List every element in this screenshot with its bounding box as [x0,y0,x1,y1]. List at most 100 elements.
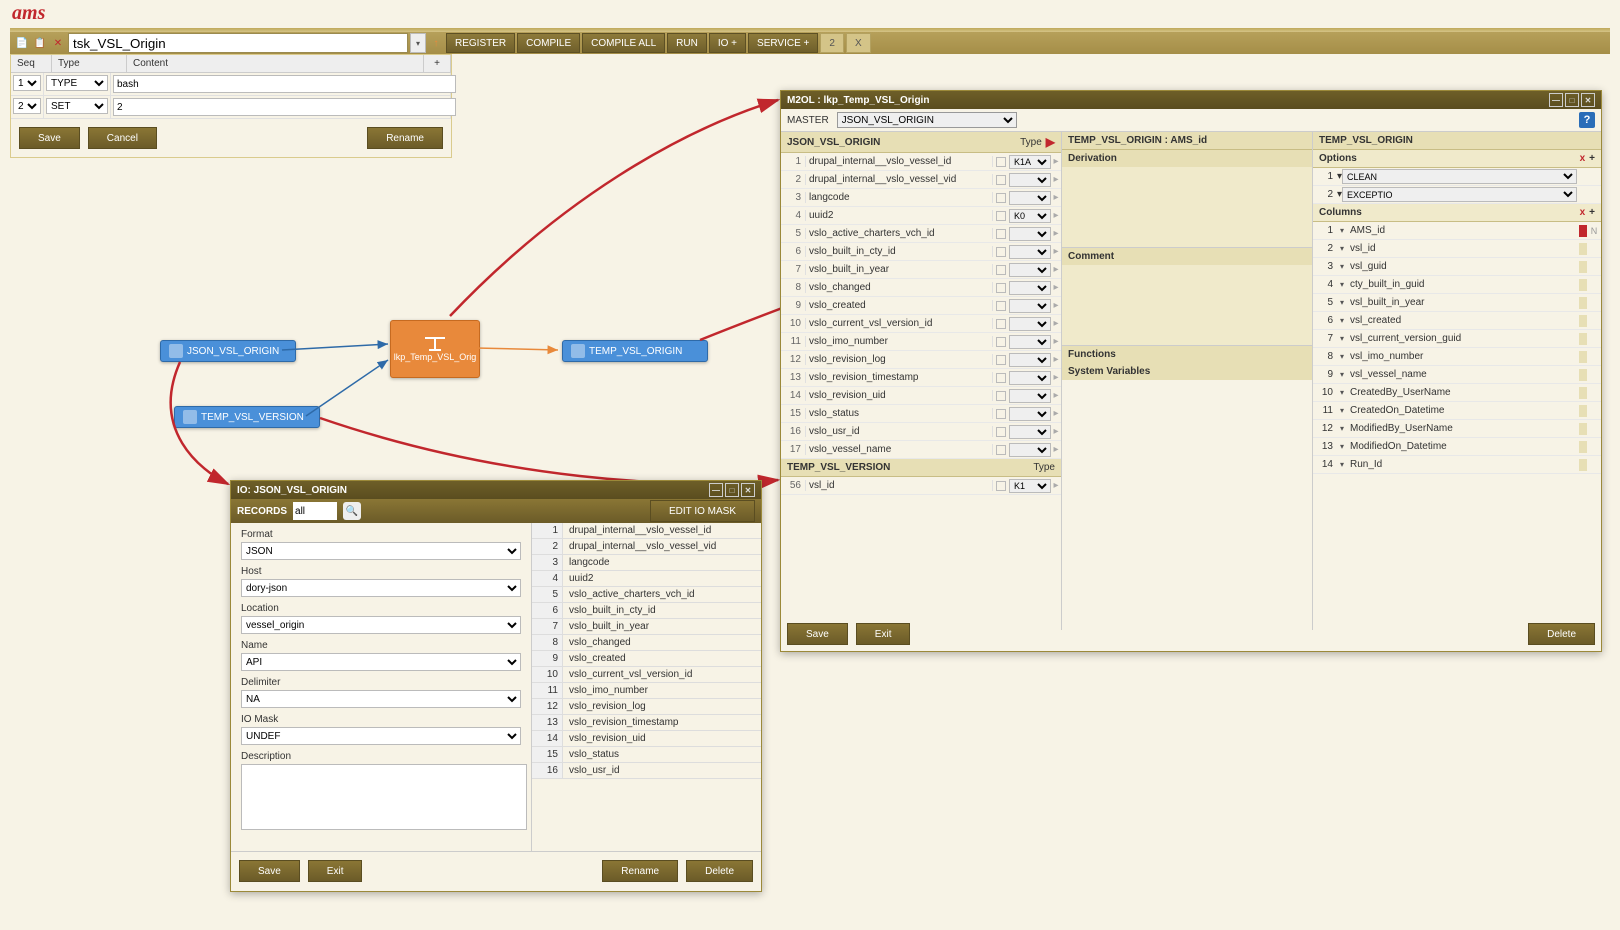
comment-box[interactable] [1062,265,1312,345]
chevron-down-icon[interactable]: ▾ [1337,244,1347,253]
seq-type-select[interactable]: SET [46,98,108,114]
seq-type-select[interactable]: TYPE [46,75,108,91]
field-row[interactable]: 4uuid2 K0 ▸ [781,207,1061,225]
go-icon[interactable]: ▸ [1051,336,1061,347]
io-list-row[interactable]: 12vslo_revision_log [532,699,761,715]
io-list-row[interactable]: 13vslo_revision_timestamp [532,715,761,731]
seq-num-select[interactable]: 2 [13,98,41,114]
type-select[interactable] [1009,335,1051,349]
type-select[interactable] [1009,227,1051,241]
go-icon[interactable]: ▸ [1051,372,1061,383]
minimize-icon[interactable]: — [1549,93,1563,107]
io-exit-button[interactable]: Exit [308,860,363,882]
field-row[interactable]: 16vslo_usr_id ▸ [781,423,1061,441]
go-icon[interactable]: ▸ [1051,480,1061,491]
type-select[interactable] [1009,353,1051,367]
type-select[interactable] [1009,425,1051,439]
io-list-row[interactable]: 8vslo_changed [532,635,761,651]
type-select[interactable] [1009,299,1051,313]
field-row[interactable]: 7vslo_built_in_year ▸ [781,261,1061,279]
io-list-row[interactable]: 15vslo_status [532,747,761,763]
column-row[interactable]: 11▾ CreatedOn_Datetime [1313,402,1601,420]
chevron-down-icon[interactable]: ▾ [1337,316,1347,325]
field-row[interactable]: 9vslo_created ▸ [781,297,1061,315]
type-select[interactable]: K0 [1009,209,1051,223]
task-name-input[interactable] [68,33,408,53]
checkbox-icon[interactable] [996,391,1006,401]
m2ol-save-button[interactable]: Save [787,623,848,630]
checkbox-icon[interactable] [996,319,1006,329]
host-select[interactable]: dory-json [241,579,521,597]
checkbox-icon[interactable] [996,247,1006,257]
node-temp-vsl-version[interactable]: TEMP_VSL_VERSION [174,406,320,428]
type-select[interactable] [1009,317,1051,331]
seq-content-input[interactable] [113,98,456,116]
field-row[interactable]: 15vslo_status ▸ [781,405,1061,423]
chevron-down-icon[interactable]: ▾ [1337,460,1347,469]
io-list-row[interactable]: 14vslo_revision_uid [532,731,761,747]
format-select[interactable]: JSON [241,542,521,560]
checkbox-icon[interactable] [996,337,1006,347]
io-delete-button[interactable]: Delete [686,860,753,882]
field-row[interactable]: 10vslo_current_vsl_version_id ▸ [781,315,1061,333]
column-row[interactable]: 14▾ Run_Id [1313,456,1601,474]
m2ol-titlebar[interactable]: M2OL : lkp_Temp_VSL_Origin —□✕ [781,91,1601,109]
io-list-row[interactable]: 2drupal_internal__vslo_vessel_vid [532,539,761,555]
service-plus-button[interactable]: SERVICE + [748,33,818,53]
tab-chip-2[interactable]: 2 [820,33,844,53]
maximize-icon[interactable]: □ [725,483,739,497]
column-row[interactable]: 8▾ vsl_imo_number [1313,348,1601,366]
name-select[interactable]: API [241,653,521,671]
seq-add-button[interactable]: + [424,55,451,72]
checkbox-icon[interactable] [996,409,1006,419]
io-plus-button[interactable]: IO + [709,33,746,53]
checkbox-icon[interactable] [996,445,1006,455]
go-icon[interactable]: ▸ [1051,300,1061,311]
master-select[interactable]: JSON_VSL_ORIGIN [837,112,1017,128]
type-select[interactable]: K1A [1009,155,1051,169]
checkbox-icon[interactable] [996,175,1006,185]
minimize-icon[interactable]: — [709,483,723,497]
io-list-row[interactable]: 10vslo_current_vsl_version_id [532,667,761,683]
go-icon[interactable]: ▸ [1051,426,1061,437]
field-row[interactable]: 56vsl_id K1 ▸ [781,477,1061,495]
io-list-row[interactable]: 5vslo_active_charters_vch_id [532,587,761,603]
column-row[interactable]: 1▾ AMS_id N [1313,222,1601,240]
checkbox-icon[interactable] [996,373,1006,383]
column-row[interactable]: 9▾ vsl_vessel_name [1313,366,1601,384]
io-list-row[interactable]: 4uuid2 [532,571,761,587]
io-list-row[interactable]: 1drupal_internal__vslo_vessel_id [532,523,761,539]
copy-icon[interactable]: 📋 [32,35,48,51]
search-icon[interactable]: 🔍 [343,502,361,520]
field-row[interactable]: 14vslo_revision_uid ▸ [781,387,1061,405]
compile-all-button[interactable]: COMPILE ALL [582,33,665,53]
checkbox-icon[interactable] [996,193,1006,203]
delimiter-select[interactable]: NA [241,690,521,708]
up-icon[interactable]: ↑ [428,35,444,51]
maximize-icon[interactable]: □ [1565,93,1579,107]
seq-rename-button[interactable]: Rename [367,127,443,149]
location-select[interactable]: vessel_origin [241,616,521,634]
field-row[interactable]: 6vslo_built_in_cty_id ▸ [781,243,1061,261]
type-select[interactable] [1009,173,1051,187]
delete-icon[interactable]: ✕ [50,35,66,51]
field-row[interactable]: 5vslo_active_charters_vch_id ▸ [781,225,1061,243]
chevron-down-icon[interactable]: ▾ [1337,298,1347,307]
field-row[interactable]: 13vslo_revision_timestamp ▸ [781,369,1061,387]
io-list-row[interactable]: 9vslo_created [532,651,761,667]
column-row[interactable]: 5▾ vsl_built_in_year [1313,294,1601,312]
chevron-down-icon[interactable]: ▾ [1337,388,1347,397]
red-arrow-icon[interactable]: ▶ [1046,135,1055,149]
field-row[interactable]: 1drupal_internal__vslo_vessel_id K1A ▸ [781,153,1061,171]
go-icon[interactable]: ▸ [1051,174,1061,185]
chevron-down-icon[interactable]: ▾ [1337,370,1347,379]
checkbox-icon[interactable] [996,283,1006,293]
column-row[interactable]: 6▾ vsl_created [1313,312,1601,330]
chevron-down-icon[interactable]: ▾ [1337,352,1347,361]
checkbox-icon[interactable] [996,427,1006,437]
option-select[interactable]: EXCEPTIO [1342,187,1577,202]
column-row[interactable]: 10▾ CreatedBy_UserName [1313,384,1601,402]
chevron-down-icon[interactable]: ▾ [1337,442,1347,451]
close-icon[interactable]: ✕ [741,483,755,497]
chevron-down-icon[interactable]: ▾ [1337,424,1347,433]
